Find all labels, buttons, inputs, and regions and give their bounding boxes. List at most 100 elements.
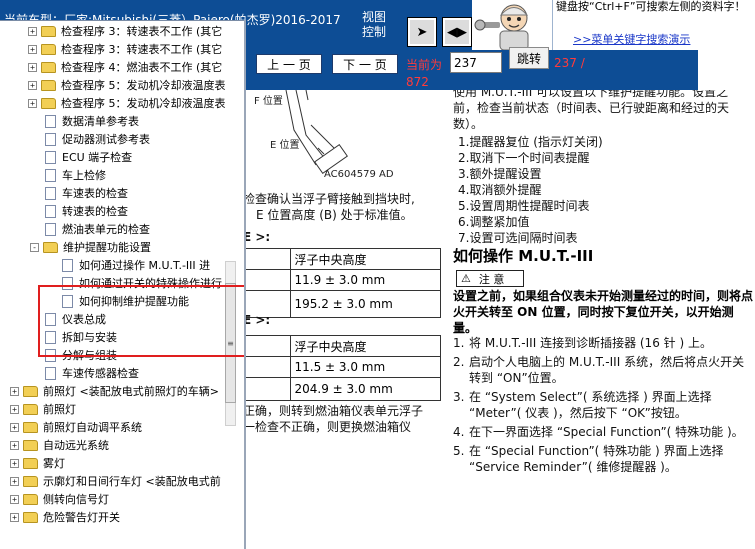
expand-plus-icon[interactable]: + xyxy=(28,80,37,90)
expand-plus-icon[interactable]: + xyxy=(28,62,37,72)
tree-item[interactable]: 车速表的检查 xyxy=(45,184,128,202)
table1-label: E >: xyxy=(246,230,271,244)
tree-item-label: 燃油表单元的检查 xyxy=(62,223,150,236)
folder-icon xyxy=(23,385,38,397)
expand-plus-icon[interactable]: + xyxy=(28,44,37,54)
tree-item[interactable]: + 检查程序 3：转速表不工作 (其它 xyxy=(28,22,222,40)
tree-item[interactable]: + 前照灯 xyxy=(10,400,76,418)
caution-label: 注 意 xyxy=(478,272,505,286)
procedure-step: 4. 在下一界面选择 “Special Function”( 特殊功能 )。 xyxy=(453,424,753,440)
tree-item[interactable]: + 检查程序 5：发动机冷却液温度表 xyxy=(28,76,226,94)
folder-icon xyxy=(23,403,38,415)
expand-plus-icon[interactable]: + xyxy=(10,512,19,522)
page-number-input[interactable] xyxy=(450,52,502,73)
folder-icon xyxy=(23,457,38,469)
arrow-right-icon: ➤ xyxy=(416,24,428,40)
tree-item[interactable]: 车速传感器检查 xyxy=(45,364,139,382)
table-cell: 204.9 ± 3.0 mm xyxy=(289,377,441,401)
expand-plus-icon[interactable]: + xyxy=(10,440,19,450)
expand-plus-icon[interactable]: + xyxy=(28,98,37,108)
procedure-step: 3. 在 “System Select”( 系统选择 ) 界面上选择 “Meter… xyxy=(453,389,753,421)
table-cell: 11.5 ± 3.0 mm xyxy=(289,356,441,378)
tree-item[interactable]: 促动器测试参考表 xyxy=(45,130,150,148)
tree-item-label: 车速表的检查 xyxy=(62,187,128,200)
figure-label-f: F 位置 xyxy=(254,96,283,107)
tree-item-label: ECU 端子检查 xyxy=(62,151,133,164)
step-number: 1. xyxy=(453,336,465,350)
procedure-step: 2. 启动个人电脑上的 M.U.T.-III 系统，然后将点火开关转到 “ON”位… xyxy=(453,354,753,386)
view-control-label: 视图控制 xyxy=(362,10,387,39)
collapse-minus-icon[interactable]: - xyxy=(30,242,39,252)
page-of-label: 237 / xyxy=(554,56,585,70)
folder-icon xyxy=(41,43,56,55)
tree-item-label: 自动远光系统 xyxy=(43,439,109,452)
tree-item[interactable]: ECU 端子检查 xyxy=(45,148,132,166)
tree-item[interactable]: 燃油表单元的检查 xyxy=(45,220,150,238)
folder-icon xyxy=(43,241,58,253)
expand-plus-icon[interactable]: + xyxy=(10,458,19,468)
search-tip-box: 键盘按“Ctrl+F”可搜索左侧的资料字！ >>菜单关键字搜索演示 xyxy=(552,0,755,50)
expand-plus-icon[interactable]: + xyxy=(10,422,19,432)
tree-item[interactable]: + 雾灯 xyxy=(10,454,65,472)
expand-plus-icon[interactable]: + xyxy=(10,404,19,414)
tree-item[interactable]: + 检查程序 4：燃油表不工作 (其它 xyxy=(28,58,222,76)
figure-code: AC604579 AD xyxy=(324,169,394,180)
procedure-step: 5. 在 “Special Function”( 特殊功能 ) 界面上选择 “Se… xyxy=(453,443,753,475)
tree-item[interactable]: + 前照灯自动调平系统 xyxy=(10,418,142,436)
tree-item[interactable]: + 检查程序 3：转速表不工作 (其它 xyxy=(28,40,222,58)
tree-item[interactable]: 如何通过操作 M.U.T.-III 进 xyxy=(62,256,210,274)
toggle-panel-button[interactable]: ➤ xyxy=(407,17,437,47)
list-item: 5.设置周期性提醒时间表 xyxy=(458,199,590,213)
page-total-label: 872 xyxy=(406,75,429,89)
document-icon xyxy=(45,168,56,182)
list-item: 1.提醒器复位 (指示灯关闭) xyxy=(458,135,603,149)
search-demo-link[interactable]: >>菜单关键字搜索演示 xyxy=(573,31,690,47)
procedure-step: 1. 将 M.U.T.-III 连接到诊断插接器 (16 针 ) 上。 xyxy=(453,335,753,351)
split-view-button[interactable]: ◀▶ xyxy=(442,17,472,47)
navigation-tree[interactable]: + 检查程序 3：转速表不工作 (其它 + 检查程序 3：转速表不工作 (其它 + 检查程… xyxy=(0,20,244,549)
doc-line: 正确，则转到燃油箱仪表单元浮子 xyxy=(246,404,424,418)
tree-item[interactable]: - 维护提醒功能设置 xyxy=(30,238,151,256)
tree-item[interactable]: 车上检修 xyxy=(45,166,106,184)
split-arrows-icon: ◀▶ xyxy=(447,24,467,40)
list-item: 2.取消下一个时间表提醒 xyxy=(458,151,590,165)
tree-item-label: 转速表的检查 xyxy=(62,205,128,218)
tree-item-label: 前照灯自动调平系统 xyxy=(43,421,142,434)
tree-item[interactable]: + 前照灯 <装配放电式前照灯的车辆> xyxy=(10,382,219,400)
expand-plus-icon[interactable]: + xyxy=(10,386,19,396)
tree-item[interactable]: + 侧转向信号灯 xyxy=(10,490,109,508)
step-text: 在 “System Select”( 系统选择 ) 界面上选择 “Meter”(… xyxy=(469,390,712,420)
tree-item-label: 前照灯 xyxy=(43,403,76,416)
tree-item-label: 检查程序 4：燃油表不工作 (其它 xyxy=(61,61,223,74)
expand-plus-icon[interactable]: + xyxy=(10,494,19,504)
document-page: F 位置 E 位置 AC604579 AD 检查确认当浮子臂接触到挡块时, E … xyxy=(246,90,755,549)
expand-plus-icon[interactable]: + xyxy=(10,476,19,486)
tree-item[interactable]: 数据清单参考表 xyxy=(45,112,139,130)
step-text: 在下一界面选择 “Special Function”( 特殊功能 )。 xyxy=(469,425,744,439)
list-item: 4.取消额外提醒 xyxy=(458,183,542,197)
section-heading: 如何操作 M.U.T.-III xyxy=(453,247,594,265)
jump-button[interactable]: 跳转 xyxy=(509,47,549,69)
expand-plus-icon[interactable]: + xyxy=(28,26,37,36)
tree-item[interactable]: + 危险警告灯开关 xyxy=(10,508,120,526)
document-icon xyxy=(45,132,56,146)
step-number: 2. xyxy=(453,355,465,369)
table-cell: 195.2 ± 3.0 mm xyxy=(289,290,441,318)
tree-item[interactable]: + 示廓灯和日间行车灯 <装配放电式前 xyxy=(10,472,221,490)
intro-paragraph: 使用 M.U.T.-III 可以设置以下维护提醒功能。设置之 前，检查当前状态（… xyxy=(453,90,729,132)
next-page-button[interactable]: 下 一 页 xyxy=(332,54,398,74)
spec-table-1: 浮子中央高度 11.9 ± 3.0 mm 195.2 ± 3.0 mm xyxy=(246,248,441,318)
step-number: 5. xyxy=(453,444,465,458)
tree-item[interactable]: + 检查程序 5：发动机冷却液温度表 xyxy=(28,94,226,112)
tree-item[interactable]: 转速表的检查 xyxy=(45,202,128,220)
tree-item-label: 示廓灯和日间行车灯 <装配放电式前 xyxy=(43,475,221,488)
table-header: 浮子中央高度 xyxy=(289,248,441,270)
float-diagram: F 位置 E 位置 AC604579 AD xyxy=(246,90,436,182)
tree-item-label: 检查程序 5：发动机冷却液温度表 xyxy=(61,79,226,92)
nav-bar-blank xyxy=(698,50,755,90)
tree-item[interactable]: + 自动远光系统 xyxy=(10,436,109,454)
current-page-label: 当前为 xyxy=(406,58,443,72)
prev-page-button[interactable]: 上 一 页 xyxy=(256,54,322,74)
folder-icon xyxy=(23,511,38,523)
highlight-box xyxy=(38,285,244,357)
